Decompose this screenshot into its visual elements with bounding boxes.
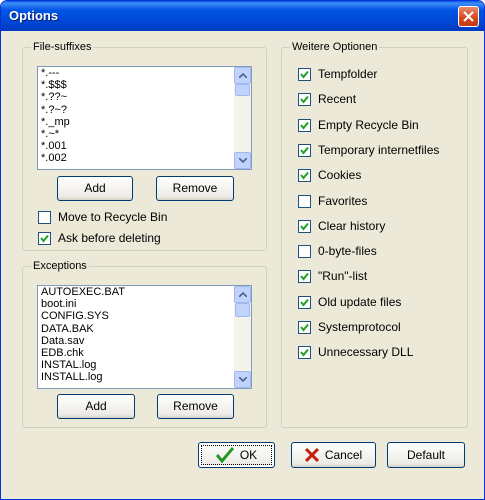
- scroll-thumb[interactable]: [235, 303, 250, 317]
- chevron-up-icon: [239, 292, 247, 297]
- list-item[interactable]: *.$$$: [41, 79, 233, 91]
- exceptions-scrollbar[interactable]: [234, 286, 251, 388]
- suffix-items: *.--- *.$$$ *.??~ *.?~? *._mp *.~* *.001 *.002: [41, 67, 233, 165]
- close-button[interactable]: [458, 6, 479, 27]
- exceptions-legend: Exceptions: [31, 260, 89, 272]
- option-label: Unnecessary DLL: [318, 345, 414, 360]
- ok-label: OK: [239, 448, 258, 462]
- more-options-legend: Weitere Optionen: [290, 41, 380, 53]
- check-mark-icon: [300, 96, 309, 104]
- list-item[interactable]: EDB.chk: [41, 347, 233, 359]
- scroll-down-button[interactable]: [234, 152, 251, 169]
- list-item[interactable]: boot.ini: [41, 298, 233, 310]
- close-icon: [463, 11, 474, 22]
- suffix-remove-button[interactable]: Remove: [156, 176, 234, 201]
- list-item[interactable]: *.~*: [41, 128, 233, 140]
- check-mark-icon: [300, 121, 309, 130]
- window-title: Options: [9, 8, 59, 23]
- exceptions-list[interactable]: AUTOEXEC.BAT boot.ini CONFIG.SYS DATA.BAK Da…: [37, 285, 252, 389]
- file-suffixes-list[interactable]: *.--- *.$$$ *.??~ *.?~? *._mp *.~* *.001 *.002: [37, 66, 252, 170]
- list-item[interactable]: INSTAL.log: [41, 359, 233, 371]
- option-label: "Run"-list: [318, 269, 368, 284]
- option-label: Old update files: [318, 294, 402, 309]
- checkbox-box: [298, 68, 311, 81]
- cancel-label: Cancel: [324, 448, 363, 462]
- exceptions-group: Exceptions AUTOEXEC.BAT boot.ini CONFIG.SY…: [22, 260, 267, 428]
- checkbox-box: [298, 295, 311, 309]
- exception-items: AUTOEXEC.BAT boot.ini CONFIG.SYS DATA.BAK Da…: [41, 286, 233, 384]
- check-mark-icon: [300, 172, 309, 180]
- option-label: Clear history: [318, 218, 386, 233]
- option-label: Systemprotocol: [318, 320, 401, 334]
- move-recycle-label: Move to Recycle Bin: [58, 210, 168, 224]
- checkbox-box: [298, 169, 311, 183]
- checkbox-box: [298, 143, 311, 157]
- checkbox-box: [298, 245, 311, 259]
- checkbox-box: [38, 232, 51, 245]
- options-dialog: Options File-suffixes *.--- *.$$$ *.??~ *.?…: [0, 0, 485, 500]
- check-mark-icon: [300, 298, 309, 307]
- chevron-up-icon: [239, 73, 247, 78]
- exceptions-add-button[interactable]: Add: [57, 394, 135, 419]
- option-label: Cookies: [318, 168, 362, 183]
- more-options-group: Weitere Optionen Tempfolder Recent Empty R…: [281, 41, 468, 428]
- cancel-button[interactable]: Cancel: [291, 442, 376, 468]
- checkbox-box: [298, 346, 311, 360]
- list-item[interactable]: *.?~?: [41, 104, 233, 116]
- default-label: Default: [406, 448, 446, 462]
- option-label: Tempfolder: [318, 67, 378, 81]
- list-item[interactable]: INSTALL.log: [41, 371, 233, 383]
- check-mark-icon: [300, 273, 309, 281]
- checkbox-box: [298, 118, 311, 132]
- option-label: 0-byte-files: [318, 244, 377, 259]
- title-bar[interactable]: Options: [1, 1, 484, 31]
- check-mark-icon: [300, 146, 309, 155]
- check-mark-icon: [300, 349, 309, 357]
- exceptions-remove-button[interactable]: Remove: [157, 394, 234, 419]
- scroll-up-button[interactable]: [234, 286, 251, 303]
- checkbox-box: [298, 219, 311, 233]
- list-item[interactable]: CONFIG.SYS: [41, 310, 233, 322]
- list-item[interactable]: *.??~: [41, 91, 233, 103]
- list-item[interactable]: *.---: [41, 67, 233, 79]
- list-item[interactable]: *.001: [41, 140, 233, 152]
- list-item[interactable]: *._mp: [41, 116, 233, 128]
- checkbox-box: [298, 270, 311, 284]
- chevron-down-icon: [239, 158, 247, 163]
- list-item[interactable]: AUTOEXEC.BAT: [41, 286, 233, 298]
- chevron-down-icon: [239, 377, 247, 382]
- option-label: Recent: [318, 92, 357, 107]
- scroll-down-button[interactable]: [234, 371, 251, 388]
- list-item[interactable]: DATA.BAK: [41, 323, 233, 335]
- default-button[interactable]: Default: [387, 442, 465, 468]
- cancel-x-icon: [304, 448, 319, 462]
- check-mark-icon: [300, 70, 309, 79]
- file-suffixes-group: File-suffixes *.--- *.$$$ *.??~ *.?~? *._mp *…: [22, 41, 267, 251]
- checkbox-box: [298, 321, 311, 334]
- checkbox-box: [38, 211, 51, 224]
- option-label: Temporary internetfiles: [318, 142, 440, 157]
- list-item[interactable]: Data.sav: [41, 335, 233, 347]
- option-label: Favorites: [318, 193, 368, 208]
- check-mark-icon: [300, 323, 309, 332]
- scroll-thumb[interactable]: [235, 84, 250, 96]
- checkbox-box: [298, 194, 311, 208]
- suffix-scrollbar[interactable]: [234, 67, 251, 169]
- checkbox-box: [298, 93, 311, 107]
- suffix-add-button[interactable]: Add: [57, 176, 133, 201]
- ask-delete-label: Ask before deleting: [58, 231, 161, 245]
- option-label: Empty Recycle Bin: [318, 117, 419, 132]
- list-item[interactable]: *.002: [41, 152, 233, 164]
- file-suffixes-legend: File-suffixes: [31, 41, 94, 53]
- ok-button[interactable]: OK: [198, 442, 275, 468]
- check-mark-icon: [40, 234, 49, 243]
- checkmark-icon: [215, 447, 234, 463]
- scroll-up-button[interactable]: [234, 67, 251, 84]
- check-mark-icon: [300, 222, 309, 231]
